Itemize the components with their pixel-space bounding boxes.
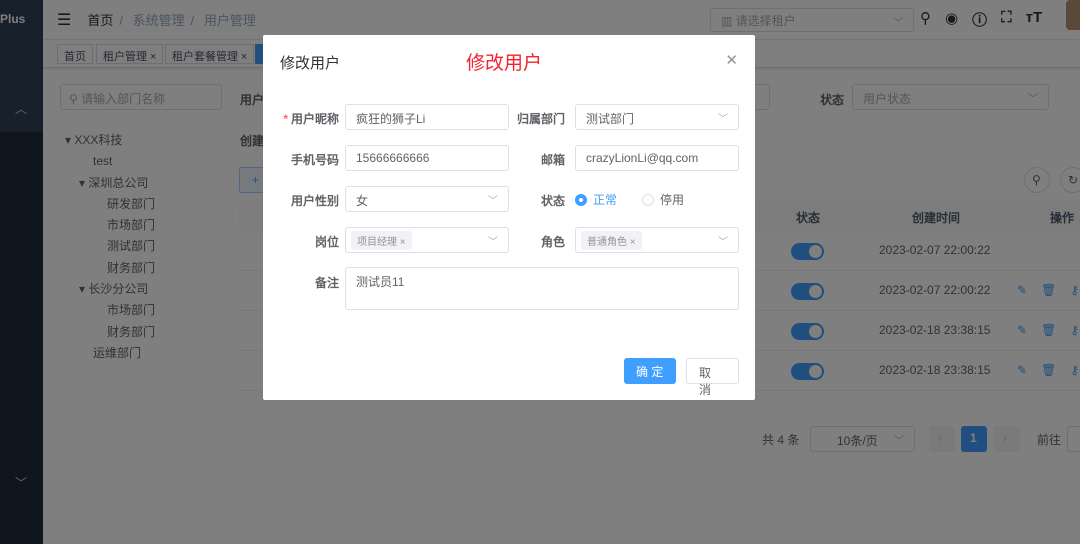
nickname-label: * 用户昵称: [283, 112, 339, 126]
status-radio-normal[interactable]: 正常: [575, 191, 617, 208]
remark-label: 备注: [314, 276, 339, 290]
role-select[interactable]: 普通角色 × ﹀: [575, 227, 739, 253]
close-icon[interactable]: ✕: [725, 51, 738, 69]
gender-select[interactable]: 女 ﹀: [345, 186, 509, 212]
post-label: 岗位: [314, 235, 339, 249]
edit-user-dialog: 修改用户 修改用户 ✕ * 用户昵称 疯狂的狮子Li 归属部门 测试部门 ﹀ 手机号…: [263, 35, 755, 400]
email-input[interactable]: crazyLionLi@qq.com: [575, 145, 739, 171]
email-label: 邮箱: [540, 153, 565, 167]
gender-label: 用户性别: [290, 194, 339, 208]
status-radio-disabled[interactable]: 停用: [642, 191, 684, 208]
remark-textarea[interactable]: 测试员11: [345, 267, 739, 310]
post-select[interactable]: 项目经理 × ﹀: [345, 227, 509, 253]
role-label: 角色: [540, 235, 565, 249]
status-label: 状态: [540, 194, 565, 208]
nickname-input[interactable]: 疯狂的狮子Li: [345, 104, 509, 130]
post-tag: 项目经理 ×: [351, 231, 412, 250]
confirm-button[interactable]: 确 定: [624, 358, 676, 384]
cancel-button[interactable]: 取 消: [686, 358, 739, 397]
chevron-down-icon: ﹀: [718, 237, 728, 248]
dialog-title: 修改用户: [280, 55, 341, 72]
dept-select[interactable]: 测试部门 ﹀: [575, 104, 739, 130]
phone-label: 手机号码: [290, 153, 339, 167]
phone-input[interactable]: 15666666666: [345, 145, 509, 171]
dept-label: 归属部门: [516, 112, 565, 126]
annotation-text: 修改用户: [466, 53, 543, 74]
chevron-down-icon: ﹀: [718, 114, 728, 125]
role-tag: 普通角色 ×: [581, 231, 642, 250]
